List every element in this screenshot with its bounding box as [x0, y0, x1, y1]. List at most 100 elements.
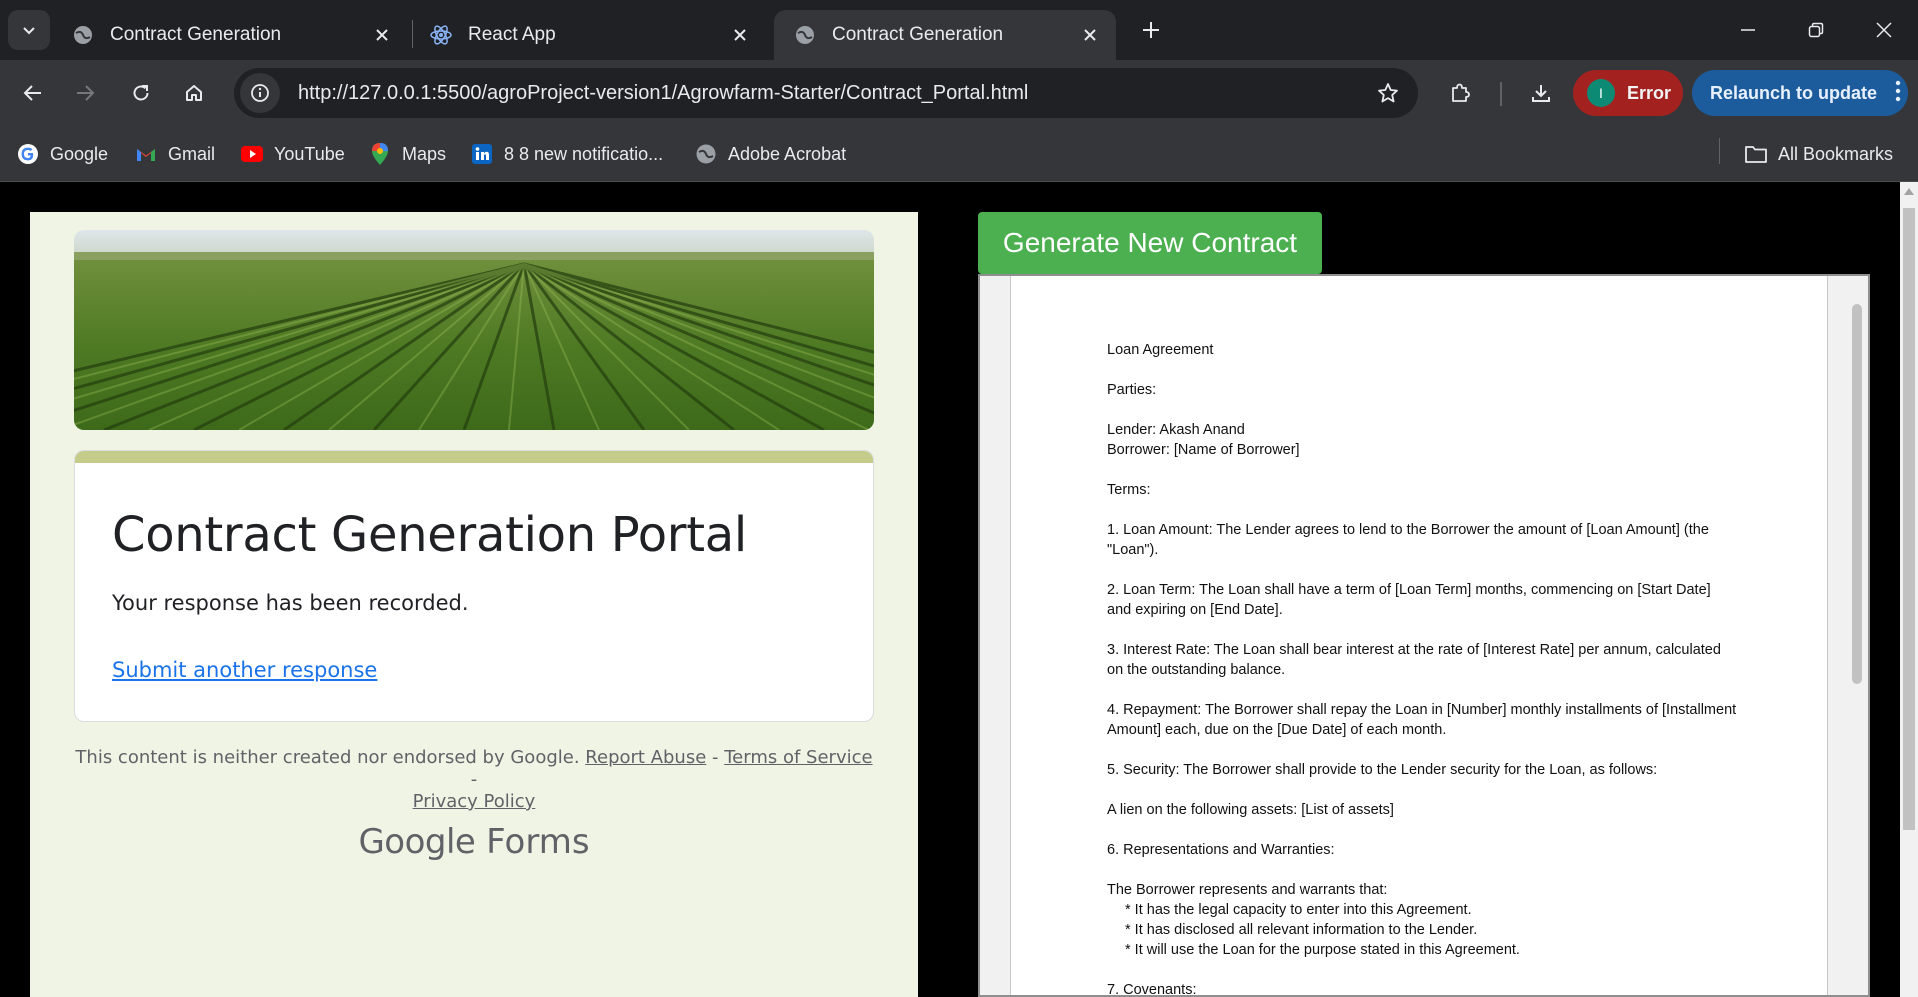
plus-icon: [1143, 22, 1159, 38]
tab-title: Contract Generation: [832, 24, 1004, 45]
google-forms-logo[interactable]: Google Forms: [74, 822, 874, 862]
bookmark-linkedin[interactable]: 8 8 new notificatio...: [470, 140, 663, 168]
separator: -: [706, 747, 725, 768]
extensions-button[interactable]: [1440, 73, 1480, 113]
google-form-frame: Contract Generation Portal Your response…: [30, 212, 918, 997]
bookmarks-divider: [1719, 138, 1720, 164]
address-bar[interactable]: http://127.0.0.1:5500/agroProject-versio…: [234, 68, 1418, 118]
clause-representations: 6. Representations and Warranties:: [1107, 842, 1335, 858]
react-icon: [430, 24, 452, 46]
download-icon: [1532, 85, 1550, 102]
reload-icon: [133, 85, 149, 101]
relaunch-label: Relaunch to update: [1710, 82, 1878, 103]
close-icon[interactable]: [368, 21, 396, 49]
bookmark-label: Adobe Acrobat: [728, 143, 847, 164]
bookmark-gmail[interactable]: Gmail: [134, 140, 215, 168]
all-bookmarks-label: All Bookmarks: [1778, 143, 1894, 164]
bookmarks-bar: Google Gmail YouTube Maps 8 8 new notifi…: [0, 126, 1918, 182]
google-disclaimer: This content is neither created nor endo…: [75, 747, 873, 812]
bookmark-label: 8 8 new notificatio...: [504, 143, 664, 164]
linkedin-icon: [470, 142, 494, 166]
contract-page: Loan Agreement Parties: Lender: Akash An…: [1010, 276, 1828, 997]
terms-of-service-link[interactable]: Terms of Service: [724, 747, 872, 768]
site-info-icon[interactable]: [240, 73, 280, 113]
tab-react-app[interactable]: React App: [410, 10, 766, 60]
tab-contract-generation-1[interactable]: Contract Generation: [52, 10, 408, 60]
minimize-button[interactable]: [1714, 0, 1782, 60]
page-scrollbar[interactable]: [1900, 182, 1918, 997]
avatar: I: [1587, 79, 1615, 107]
contract-text[interactable]: Loan Agreement Parties: Lender: Akash An…: [1107, 340, 1737, 997]
warranty-item: * It has the legal capacity to enter int…: [1125, 902, 1472, 918]
profile-error-button[interactable]: I Error: [1573, 70, 1683, 116]
contract-document-frame[interactable]: Loan Agreement Parties: Lender: Akash An…: [978, 274, 1870, 997]
clause-loan-term: 2. Loan Term: The Loan shall have a term…: [1107, 582, 1711, 618]
chevron-down-icon: [23, 27, 35, 35]
clause-loan-amount: 1. Loan Amount: The Lender agrees to len…: [1107, 522, 1709, 558]
lender-line: Lender: Akash Anand: [1107, 422, 1245, 438]
card-accent-bar: [75, 451, 873, 463]
clause-repayment: 4. Repayment: The Borrower shall repay t…: [1107, 702, 1737, 738]
bookmark-label: Gmail: [168, 143, 216, 164]
new-tab-button[interactable]: [1136, 12, 1166, 48]
close-icon: [1876, 22, 1892, 38]
close-icon[interactable]: [1076, 21, 1104, 49]
tab-title: React App: [468, 24, 556, 45]
borrower-line: Borrower: [Name of Borrower]: [1107, 442, 1300, 458]
bookmark-maps[interactable]: Maps: [368, 140, 446, 168]
tab-strip: Contract Generation React App Contract G…: [0, 0, 1918, 60]
warranty-intro: The Borrower represents and warrants tha…: [1107, 882, 1388, 898]
privacy-policy-link[interactable]: Privacy Policy: [413, 791, 536, 812]
all-bookmarks-button[interactable]: All Bookmarks: [1744, 140, 1893, 168]
tab-title: Contract Generation: [110, 24, 282, 45]
more-vert-icon[interactable]: [1895, 80, 1901, 107]
document-scrollbar[interactable]: [1852, 304, 1862, 684]
field-banner-image: [74, 230, 874, 430]
page-viewport: Contract Generation Portal Your response…: [0, 182, 1900, 997]
minimize-icon: [1741, 29, 1755, 31]
generate-new-contract-button[interactable]: Generate New Contract: [978, 212, 1322, 274]
bookmark-label: YouTube: [274, 143, 345, 164]
google-icon: [16, 142, 40, 166]
confirmation-card: Contract Generation Portal Your response…: [74, 450, 874, 722]
tab-search-button[interactable]: [8, 10, 50, 50]
warranty-item: * It has disclosed all relevant informat…: [1125, 922, 1478, 938]
arrow-left-icon: [23, 85, 41, 101]
lien-line: A lien on the following assets: [List of…: [1107, 802, 1394, 818]
forward-button[interactable]: [65, 73, 105, 113]
parties-label: Parties:: [1107, 382, 1157, 398]
disclaimer-text: This content is neither created nor endo…: [75, 747, 580, 768]
clause-interest-rate: 3. Interest Rate: The Loan shall bear in…: [1107, 642, 1721, 678]
globe-icon: [72, 24, 94, 46]
folder-icon: [1744, 142, 1768, 166]
back-button[interactable]: [13, 73, 53, 113]
submit-another-response-link[interactable]: Submit another response: [112, 658, 377, 682]
error-label: Error: [1627, 82, 1672, 103]
url-text[interactable]: http://127.0.0.1:5500/agroProject-versio…: [298, 82, 1368, 105]
youtube-icon: [240, 142, 264, 166]
bookmark-star-icon[interactable]: [1368, 73, 1408, 113]
home-button[interactable]: [174, 73, 214, 113]
tab-contract-generation-active[interactable]: Contract Generation: [774, 10, 1116, 60]
contract-heading: Loan Agreement: [1107, 342, 1214, 358]
report-abuse-link[interactable]: Report Abuse: [585, 747, 706, 768]
clause-security: 5. Security: The Borrower shall provide …: [1107, 762, 1658, 778]
bookmark-google[interactable]: Google: [16, 140, 108, 168]
downloads-button[interactable]: [1521, 73, 1561, 113]
relaunch-button[interactable]: Relaunch to update: [1692, 70, 1908, 116]
form-title: Contract Generation Portal: [112, 507, 747, 563]
bookmark-label: Maps: [402, 143, 447, 164]
close-window-button[interactable]: [1850, 0, 1918, 60]
terms-label: Terms:: [1107, 482, 1151, 498]
reload-button[interactable]: [121, 73, 161, 113]
scroll-up-arrow-icon[interactable]: [1904, 188, 1914, 195]
close-icon[interactable]: [726, 21, 754, 49]
bookmark-youtube[interactable]: YouTube: [240, 140, 345, 168]
restore-button[interactable]: [1782, 0, 1850, 60]
scrollbar-thumb[interactable]: [1903, 208, 1915, 830]
clause-covenants: 7. Covenants:: [1107, 982, 1197, 997]
bookmark-adobe-acrobat[interactable]: Adobe Acrobat: [694, 140, 846, 168]
brand-forms: Forms: [486, 822, 590, 862]
restore-icon: [1808, 22, 1824, 38]
toolbar-divider: [1500, 82, 1502, 106]
